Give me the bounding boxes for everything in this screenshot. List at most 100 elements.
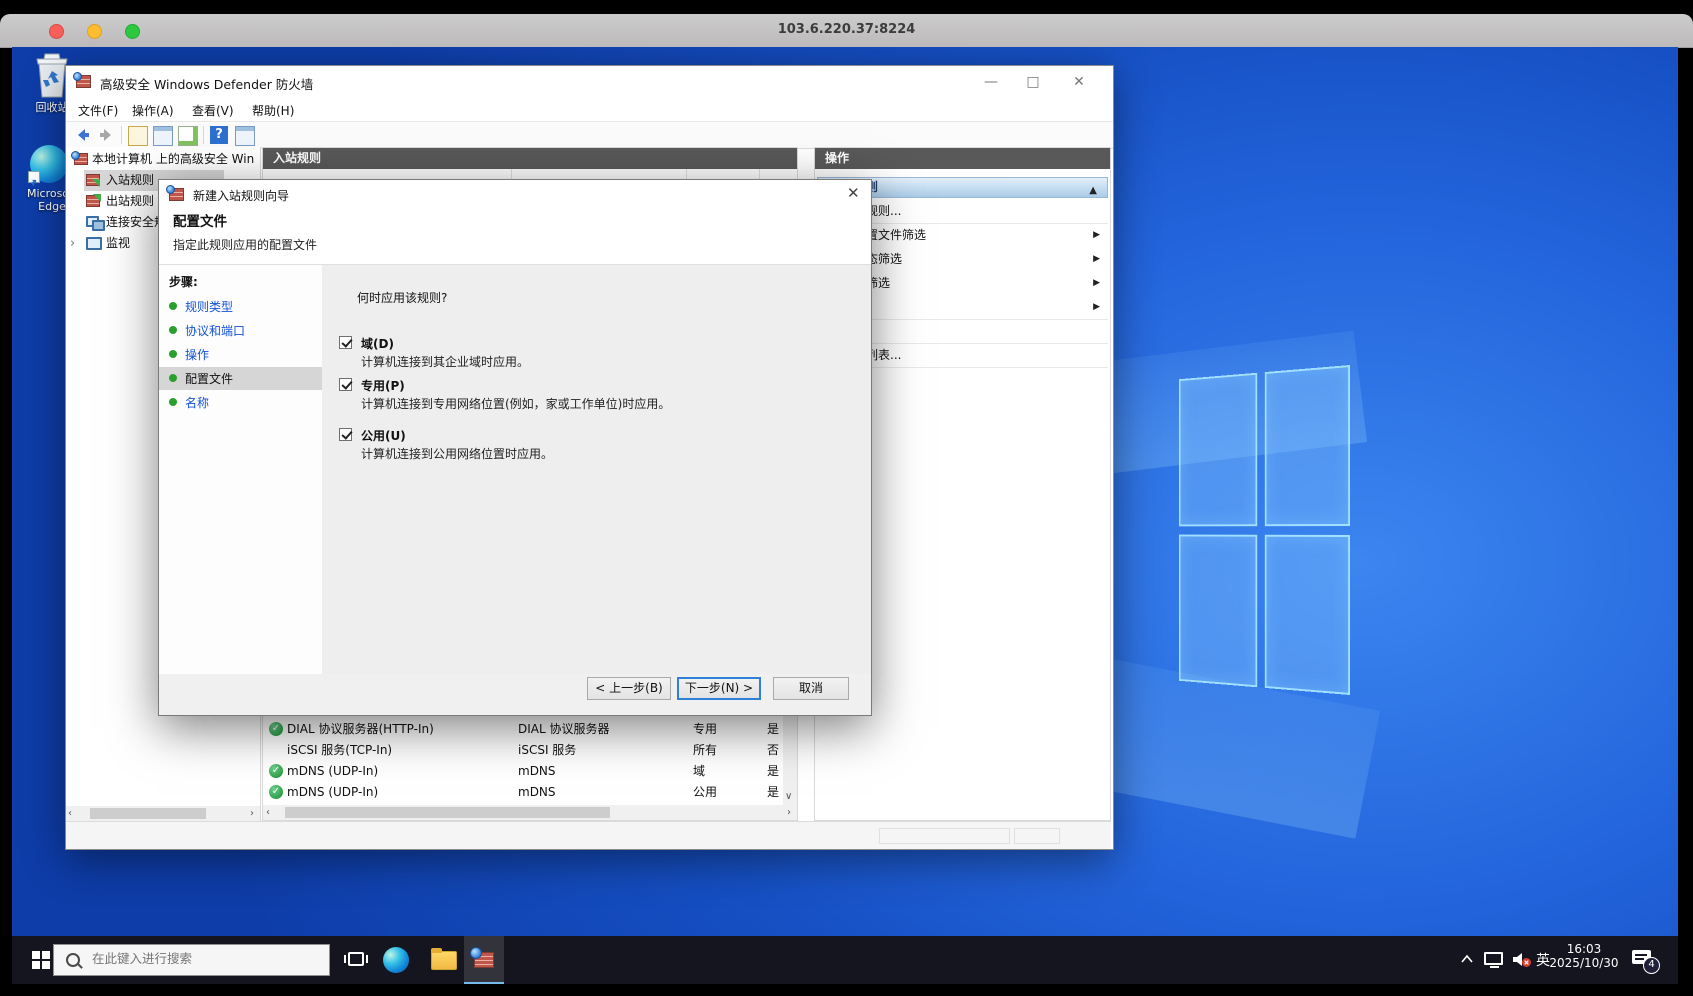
menu-bar: 文件(F) 操作(A) 查看(V) 帮助(H) bbox=[66, 98, 1113, 121]
option-desc: 计算机连接到专用网络位置(例如，家或工作单位)时应用。 bbox=[361, 395, 670, 412]
option-label[interactable]: 公用(U) bbox=[361, 427, 406, 444]
tree-hscrollbar[interactable]: ‹ › bbox=[66, 806, 260, 821]
rule-enabled: 是 bbox=[767, 761, 779, 782]
connection-security-icon bbox=[92, 220, 105, 231]
rule-name: iSCSI 服务(TCP-In) bbox=[287, 740, 392, 761]
step-label: 协议和端口 bbox=[185, 322, 245, 339]
scroll-left-icon[interactable]: ‹ bbox=[266, 805, 270, 820]
snap-in-icon[interactable] bbox=[128, 126, 148, 146]
wizard-step-profile-current[interactable]: 配置文件 bbox=[159, 367, 322, 390]
wizard-step-protocol-ports[interactable]: 协议和端口 bbox=[159, 319, 322, 342]
export-list-icon[interactable] bbox=[178, 126, 198, 146]
back-button[interactable] bbox=[74, 126, 92, 144]
taskbar-edge-button[interactable] bbox=[376, 936, 416, 984]
file-explorer-icon bbox=[431, 951, 457, 970]
rule-profile: 公用 bbox=[693, 782, 717, 803]
network-icon[interactable] bbox=[1484, 952, 1503, 965]
help-icon[interactable]: ? bbox=[210, 126, 228, 144]
tray-expand-chevron-icon[interactable] bbox=[1460, 954, 1474, 964]
close-button[interactable]: ✕ bbox=[1064, 71, 1094, 93]
scroll-right-icon[interactable]: › bbox=[250, 806, 254, 821]
menu-file[interactable]: 文件(F) bbox=[78, 102, 118, 119]
rule-group: mDNS bbox=[518, 761, 556, 782]
list-panel-title: 入站规则 bbox=[263, 148, 797, 169]
menu-view[interactable]: 查看(V) bbox=[192, 102, 234, 119]
minimize-button[interactable]: — bbox=[976, 71, 1006, 93]
steps-label: 步骤: bbox=[169, 273, 198, 290]
expander-chevron-icon[interactable]: › bbox=[70, 233, 75, 254]
taskbar-explorer-button[interactable] bbox=[423, 936, 463, 984]
rule-enabled: 否 bbox=[767, 740, 779, 761]
domain-checkbox[interactable] bbox=[339, 336, 352, 349]
wizard-step-action[interactable]: 操作 bbox=[159, 343, 322, 366]
step-bullet-icon bbox=[169, 374, 177, 382]
menu-help[interactable]: 帮助(H) bbox=[252, 102, 294, 119]
forward-button[interactable] bbox=[97, 126, 115, 144]
wizard-content: 何时应用该规则? 域(D) 计算机连接到其企业域时应用。 专用(P) 计算机连接… bbox=[322, 265, 871, 674]
rule-enabled-icon: ✓ bbox=[269, 785, 283, 799]
menu-action[interactable]: 操作(A) bbox=[132, 102, 174, 119]
tree-item-label: 监视 bbox=[106, 233, 130, 254]
new-inbound-rule-wizard-dialog: 新建入站规则向导 ✕ 配置文件 指定此规则应用的配置文件 步骤: 规则类型 协议… bbox=[158, 179, 872, 716]
wizard-question: 何时应用该规则? bbox=[357, 289, 447, 306]
status-bar-segment bbox=[1014, 828, 1060, 844]
scroll-right-icon[interactable]: › bbox=[787, 805, 791, 820]
volume-muted-icon[interactable] bbox=[1512, 951, 1532, 968]
taskbar-search[interactable] bbox=[53, 944, 330, 976]
windows-desktop[interactable]: 回收站 Microsoft Edge 高级安全 Windows Defender… bbox=[12, 47, 1678, 984]
scroll-left-icon[interactable]: ‹ bbox=[68, 806, 72, 821]
option-label[interactable]: 域(D) bbox=[361, 335, 394, 352]
list-hscrollbar[interactable]: ‹ › bbox=[263, 805, 798, 820]
option-label[interactable]: 专用(P) bbox=[361, 377, 405, 394]
taskbar-firewall-button-active[interactable] bbox=[464, 936, 504, 984]
task-view-icon bbox=[366, 955, 368, 963]
step-bullet-icon bbox=[169, 326, 177, 334]
submenu-arrow-icon: ▶ bbox=[1093, 248, 1100, 271]
maximize-button[interactable]: □ bbox=[1018, 71, 1048, 93]
globe-icon bbox=[71, 151, 80, 160]
rule-enabled-icon: ✓ bbox=[269, 722, 283, 736]
option-desc: 计算机连接到公用网络位置时应用。 bbox=[361, 445, 553, 462]
tree-item-label: 出站规则 bbox=[106, 191, 154, 212]
task-view-icon bbox=[344, 955, 346, 963]
wizard-step-rule-type[interactable]: 规则类型 bbox=[159, 295, 322, 318]
step-bullet-icon bbox=[169, 398, 177, 406]
status-bar-segment bbox=[879, 828, 1010, 844]
search-input[interactable] bbox=[90, 950, 314, 967]
rule-row[interactable]: iSCSI 服务(TCP-In) iSCSI 服务 所有 否 bbox=[263, 740, 798, 761]
toolbar-separator bbox=[203, 126, 204, 144]
action-center-button[interactable]: 4 bbox=[1630, 947, 1660, 975]
wizard-step-name[interactable]: 名称 bbox=[159, 391, 322, 414]
console-window-icon[interactable] bbox=[153, 126, 173, 146]
collapse-icon[interactable]: ▲ bbox=[1089, 181, 1097, 200]
scroll-thumb[interactable] bbox=[285, 807, 610, 818]
next-button[interactable]: 下一步(N) > bbox=[677, 677, 761, 700]
rule-group: DIAL 协议服务器 bbox=[518, 719, 610, 740]
scroll-thumb[interactable] bbox=[90, 808, 206, 819]
checkmark-icon bbox=[341, 428, 352, 439]
back-button[interactable]: < 上一步(B) bbox=[587, 677, 671, 700]
rule-row[interactable]: ✓ DIAL 协议服务器(HTTP-In) DIAL 协议服务器 专用 是 bbox=[263, 719, 798, 740]
task-view-button[interactable] bbox=[337, 936, 377, 984]
taskbar-clock[interactable]: 16:03 2025/10/30 bbox=[1548, 942, 1620, 978]
window-titlebar[interactable]: 高级安全 Windows Defender 防火墙 — □ ✕ bbox=[66, 66, 1113, 98]
toolbar: ? bbox=[66, 121, 1113, 149]
public-checkbox[interactable] bbox=[339, 428, 352, 441]
wizard-steps-panel: 步骤: 规则类型 协议和端口 操作 配置文件 bbox=[159, 265, 323, 674]
tree-root-item[interactable]: 本地计算机 上的高级安全 Win bbox=[66, 149, 261, 170]
rule-row[interactable]: ✓ mDNS (UDP-In) mDNS 域 是 bbox=[263, 761, 798, 782]
actions-panel-title: 操作 bbox=[815, 148, 1110, 169]
profile-option-private: 专用(P) 计算机连接到专用网络位置(例如，家或工作单位)时应用。 bbox=[339, 377, 839, 417]
private-checkbox[interactable] bbox=[339, 378, 352, 391]
step-label: 配置文件 bbox=[185, 370, 233, 387]
rule-group: iSCSI 服务 bbox=[518, 740, 576, 761]
console-window-icon[interactable] bbox=[235, 126, 255, 146]
windows-logo-icon bbox=[32, 951, 50, 969]
cancel-button[interactable]: 取消 bbox=[773, 677, 849, 700]
close-icon[interactable]: ✕ bbox=[847, 184, 860, 202]
rule-row[interactable]: ✓ mDNS (UDP-In) mDNS 公用 是 bbox=[263, 782, 798, 803]
step-bullet-icon bbox=[169, 302, 177, 310]
scroll-down-icon[interactable]: ∨ bbox=[785, 789, 792, 804]
windows-logo-wallpaper bbox=[1179, 365, 1350, 695]
remote-session-title: 103.6.220.37:8224 bbox=[0, 22, 1693, 37]
